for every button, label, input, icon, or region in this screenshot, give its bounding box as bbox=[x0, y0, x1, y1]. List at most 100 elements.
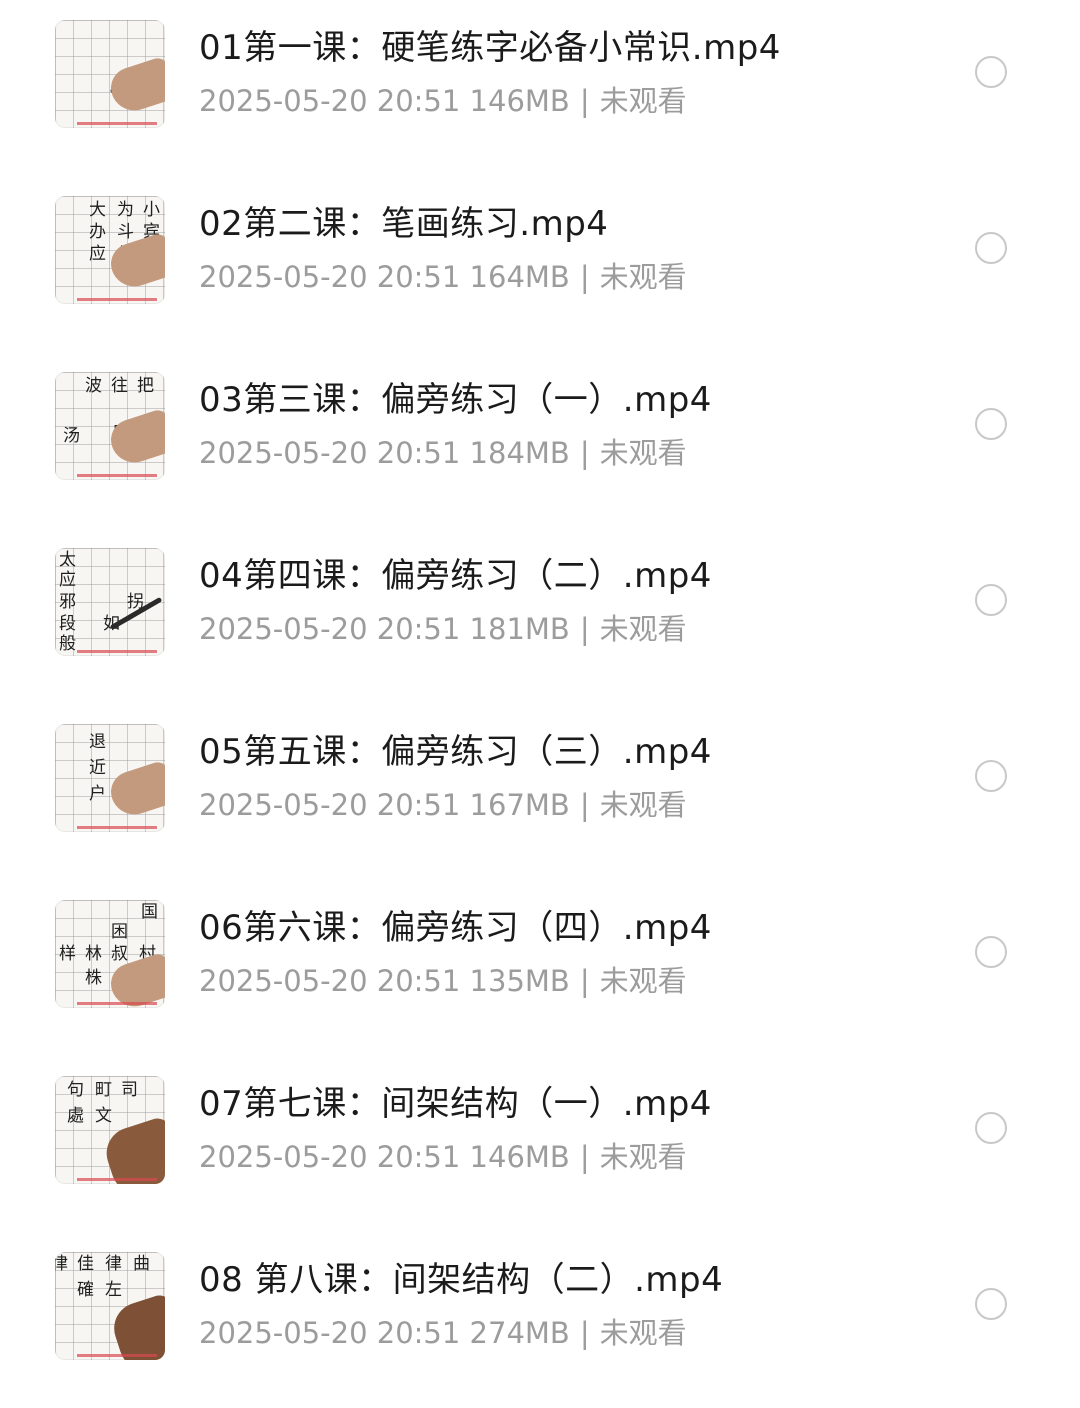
select-radio[interactable] bbox=[975, 1112, 1007, 1144]
thumbnail-char: 汤 bbox=[63, 426, 80, 446]
file-size: 167MB bbox=[469, 788, 570, 822]
thumbnail-char: 曲 bbox=[133, 1254, 150, 1274]
meta-divider: | bbox=[579, 788, 590, 822]
select-radio[interactable] bbox=[975, 408, 1007, 440]
list-item[interactable]: 国 困 林 叔 村 样 株 06第六课：偏旁练习（四）.mp4 2025-05-… bbox=[0, 880, 1080, 1056]
file-size: 146MB bbox=[469, 1140, 570, 1174]
file-title: 02第二课：笔画练习.mp4 bbox=[199, 204, 609, 244]
file-date: 2025-05-20 20:51 bbox=[199, 260, 461, 294]
list-item[interactable]: 大 为 小 办 斗 宾 应 坐 表 02第二课：笔画练习.mp4 2025-05… bbox=[0, 176, 1080, 352]
watch-status: 未观看 bbox=[599, 260, 687, 294]
watch-status: 未观看 bbox=[599, 436, 687, 470]
thumbnail-char: 町 bbox=[95, 1080, 112, 1100]
thumbnail-char: 困 bbox=[111, 922, 128, 942]
thumbnail-char: 段 bbox=[59, 614, 76, 634]
video-thumbnail: 句 町 司 處 文 bbox=[55, 1076, 165, 1184]
thumbnail-char: 確 bbox=[77, 1280, 94, 1300]
video-thumbnail: 太 应 邪 拐 段 如 般 bbox=[55, 548, 165, 656]
meta-divider: | bbox=[579, 84, 590, 118]
meta-divider: | bbox=[579, 436, 590, 470]
thumbnail-char: 近 bbox=[89, 758, 106, 778]
file-size: 146MB bbox=[469, 84, 570, 118]
watch-status: 未观看 bbox=[599, 964, 687, 998]
select-radio[interactable] bbox=[975, 56, 1007, 88]
file-size: 181MB bbox=[469, 612, 570, 646]
thumbnail-char: 株 bbox=[85, 968, 102, 988]
thumbnail-char: 往 bbox=[111, 376, 128, 396]
watch-status: 未观看 bbox=[599, 1316, 687, 1350]
thumbnail-char: 波 bbox=[85, 376, 102, 396]
thumbnail-char: 句 bbox=[67, 1080, 84, 1100]
thumbnail-char: 户 bbox=[89, 784, 106, 804]
video-thumbnail: 律 佳 律 曲 確 左 bbox=[55, 1252, 165, 1360]
select-radio[interactable] bbox=[975, 232, 1007, 264]
select-radio[interactable] bbox=[975, 760, 1007, 792]
file-title: 06第六课：偏旁练习（四）.mp4 bbox=[199, 908, 712, 948]
video-thumbnail: 退 近 户 屋 bbox=[55, 724, 165, 832]
thumbnail-char: 斗 bbox=[117, 222, 134, 242]
file-date: 2025-05-20 20:51 bbox=[199, 612, 461, 646]
thumbnail-char: 国 bbox=[141, 902, 158, 922]
thumbnail-char: 办 bbox=[89, 222, 106, 242]
thumbnail-char: 大 bbox=[89, 200, 106, 220]
file-meta: 2025-05-20 20:51 146MB | 未观看 bbox=[199, 83, 687, 119]
video-thumbnail bbox=[55, 20, 165, 128]
file-meta: 2025-05-20 20:51 164MB | 未观看 bbox=[199, 259, 687, 295]
file-title: 05第五课：偏旁练习（三）.mp4 bbox=[199, 732, 712, 772]
watch-status: 未观看 bbox=[599, 84, 687, 118]
list-item[interactable]: 01第一课：硬笔练字必备小常识.mp4 2025-05-20 20:51 146… bbox=[0, 0, 1080, 176]
file-size: 184MB bbox=[469, 436, 570, 470]
select-radio[interactable] bbox=[975, 1288, 1007, 1320]
meta-divider: | bbox=[579, 964, 590, 998]
thumbnail-char: 司 bbox=[121, 1080, 138, 1100]
file-title: 08 第八课：间架结构（二）.mp4 bbox=[199, 1260, 724, 1300]
file-date: 2025-05-20 20:51 bbox=[199, 84, 461, 118]
select-radio[interactable] bbox=[975, 584, 1007, 616]
file-date: 2025-05-20 20:51 bbox=[199, 1316, 461, 1350]
file-title: 03第三课：偏旁练习（一）.mp4 bbox=[199, 380, 712, 420]
video-file-list: 01第一课：硬笔练字必备小常识.mp4 2025-05-20 20:51 146… bbox=[0, 0, 1080, 1372]
file-date: 2025-05-20 20:51 bbox=[199, 436, 461, 470]
file-meta: 2025-05-20 20:51 181MB | 未观看 bbox=[199, 611, 687, 647]
video-thumbnail: 波 往 把 汤 肿 bbox=[55, 372, 165, 480]
watch-status: 未观看 bbox=[599, 1140, 687, 1174]
thumbnail-char: 太 bbox=[59, 550, 76, 570]
meta-divider: | bbox=[579, 1316, 590, 1350]
video-thumbnail: 国 困 林 叔 村 样 株 bbox=[55, 900, 165, 1008]
thumbnail-char: 应 bbox=[89, 244, 106, 264]
thumbnail-char: 样 bbox=[59, 944, 76, 964]
thumbnail-char: 左 bbox=[105, 1280, 122, 1300]
file-size: 135MB bbox=[469, 964, 570, 998]
file-meta: 2025-05-20 20:51 146MB | 未观看 bbox=[199, 1139, 687, 1175]
thumbnail-char: 叔 bbox=[111, 944, 128, 964]
file-title: 07第七课：间架结构（一）.mp4 bbox=[199, 1084, 712, 1124]
file-size: 274MB bbox=[469, 1316, 570, 1350]
thumbnail-char: 为 bbox=[117, 200, 134, 220]
list-item[interactable]: 句 町 司 處 文 07第七课：间架结构（一）.mp4 2025-05-20 2… bbox=[0, 1056, 1080, 1232]
file-meta: 2025-05-20 20:51 274MB | 未观看 bbox=[199, 1315, 687, 1351]
meta-divider: | bbox=[579, 260, 590, 294]
file-title: 04第四课：偏旁练习（二）.mp4 bbox=[199, 556, 712, 596]
file-title: 01第一课：硬笔练字必备小常识.mp4 bbox=[199, 28, 781, 68]
thumbnail-char: 律 bbox=[55, 1254, 68, 1274]
file-meta: 2025-05-20 20:51 184MB | 未观看 bbox=[199, 435, 687, 471]
file-meta: 2025-05-20 20:51 167MB | 未观看 bbox=[199, 787, 687, 823]
thumbnail-char: 佳 bbox=[77, 1254, 94, 1274]
meta-divider: | bbox=[579, 1140, 590, 1174]
select-radio[interactable] bbox=[975, 936, 1007, 968]
list-item[interactable]: 波 往 把 汤 肿 03第三课：偏旁练习（一）.mp4 2025-05-20 2… bbox=[0, 352, 1080, 528]
thumbnail-char: 律 bbox=[105, 1254, 122, 1274]
video-thumbnail: 大 为 小 办 斗 宾 应 坐 表 bbox=[55, 196, 165, 304]
thumbnail-char: 般 bbox=[59, 634, 76, 654]
watch-status: 未观看 bbox=[599, 788, 687, 822]
thumbnail-char: 应 bbox=[59, 570, 76, 590]
watch-status: 未观看 bbox=[599, 612, 687, 646]
thumbnail-char: 把 bbox=[137, 376, 154, 396]
list-item[interactable]: 退 近 户 屋 05第五课：偏旁练习（三）.mp4 2025-05-20 20:… bbox=[0, 704, 1080, 880]
file-size: 164MB bbox=[469, 260, 570, 294]
thumbnail-char: 文 bbox=[95, 1106, 112, 1126]
thumbnail-char: 林 bbox=[85, 944, 102, 964]
list-item[interactable]: 律 佳 律 曲 確 左 08 第八课：间架结构（二）.mp4 2025-05-2… bbox=[0, 1232, 1080, 1408]
file-date: 2025-05-20 20:51 bbox=[199, 1140, 461, 1174]
list-item[interactable]: 太 应 邪 拐 段 如 般 04第四课：偏旁练习（二）.mp4 2025-05-… bbox=[0, 528, 1080, 704]
